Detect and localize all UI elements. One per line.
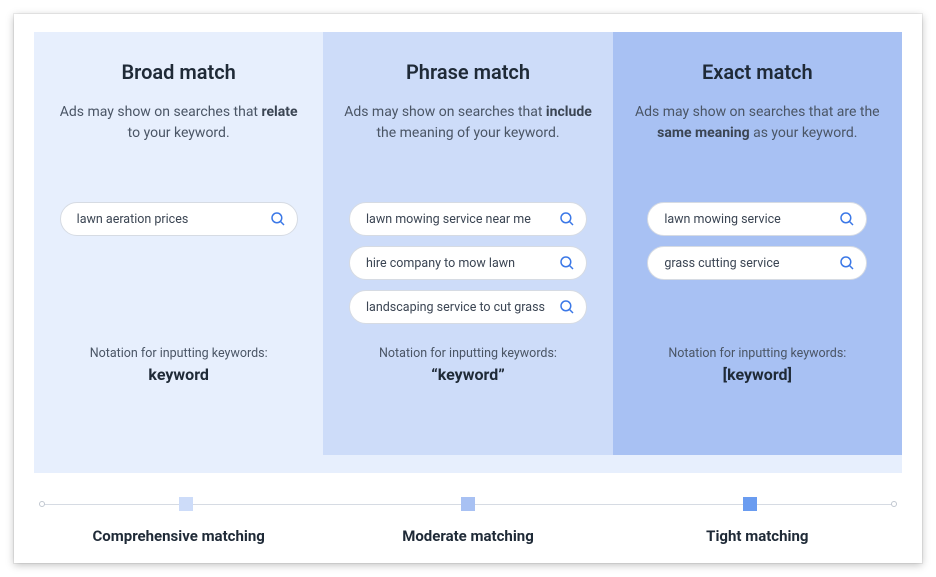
search-text: hire company to mow lawn <box>366 256 515 271</box>
notation-label-phrase: Notation for inputting keywords: <box>379 346 557 361</box>
scale-endpoint-right <box>891 501 897 507</box>
search-icon <box>558 254 576 272</box>
scale-marker-tight <box>743 497 757 511</box>
scale-track <box>34 497 902 511</box>
search-examples-broad: lawn aeration prices <box>52 202 305 332</box>
search-pill: lawn mowing service <box>647 202 867 236</box>
search-pill: grass cutting service <box>647 246 867 280</box>
search-text: lawn mowing service near me <box>366 212 531 227</box>
desc-bold: relate <box>261 104 297 120</box>
panel-title-phrase: Phrase match <box>406 60 530 84</box>
scale-marker-comprehensive <box>179 497 193 511</box>
search-text: grass cutting service <box>664 256 779 271</box>
desc-post: to your keyword. <box>128 125 230 141</box>
panel-phrase-match: Phrase match Ads may show on searches th… <box>323 32 612 455</box>
matching-scale: Comprehensive matching Moderate matching… <box>14 473 922 563</box>
panel-exact-match: Exact match Ads may show on searches tha… <box>613 32 902 455</box>
search-text: lawn aeration prices <box>77 212 189 227</box>
desc-bold: include <box>546 104 592 120</box>
scale-label-comprehensive: Comprehensive matching <box>34 527 323 545</box>
search-pill: hire company to mow lawn <box>349 246 587 280</box>
notation-label-broad: Notation for inputting keywords: <box>90 346 268 361</box>
search-text: landscaping service to cut grass <box>366 300 545 315</box>
scale-label-moderate: Moderate matching <box>323 527 612 545</box>
panel-bottom-band <box>34 455 902 473</box>
search-icon <box>838 210 856 228</box>
scale-labels: Comprehensive matching Moderate matching… <box>34 527 902 545</box>
search-icon <box>558 298 576 316</box>
panels-row: Broad match Ads may show on searches tha… <box>14 14 922 455</box>
desc-pre: Ads may show on searches that <box>344 104 546 120</box>
search-pill: lawn mowing service near me <box>349 202 587 236</box>
desc-bold: same meaning <box>657 125 749 141</box>
search-pill: landscaping service to cut grass <box>349 290 587 324</box>
search-text: lawn mowing service <box>664 212 780 227</box>
notation-value-exact: [keyword] <box>723 365 792 384</box>
desc-pre: Ads may show on searches that <box>60 104 262 120</box>
notation-value-broad: keyword <box>148 365 208 384</box>
search-pill: lawn aeration prices <box>60 202 298 236</box>
match-type-diagram: Broad match Ads may show on searches tha… <box>14 14 922 563</box>
panel-desc-broad: Ads may show on searches that relate to … <box>52 102 305 166</box>
scale-marker-moderate <box>461 497 475 511</box>
panel-title-broad: Broad match <box>121 60 235 84</box>
scale-endpoint-left <box>39 501 45 507</box>
search-icon <box>558 210 576 228</box>
search-examples-phrase: lawn mowing service near me hire company… <box>341 202 594 332</box>
notation-value-phrase: “keyword” <box>431 365 504 384</box>
desc-post: as your keyword. <box>750 125 858 141</box>
search-icon <box>838 254 856 272</box>
search-examples-exact: lawn mowing service grass cutting servic… <box>631 202 884 332</box>
desc-pre: Ads may show on searches that are the <box>635 104 880 120</box>
search-icon <box>269 210 287 228</box>
panel-desc-phrase: Ads may show on searches that include th… <box>341 102 594 166</box>
panel-desc-exact: Ads may show on searches that are the sa… <box>631 102 884 166</box>
scale-label-tight: Tight matching <box>613 527 902 545</box>
notation-label-exact: Notation for inputting keywords: <box>668 346 846 361</box>
desc-post: the meaning of your keyword. <box>376 125 559 141</box>
panel-title-exact: Exact match <box>702 60 813 84</box>
panel-broad-match: Broad match Ads may show on searches tha… <box>34 32 323 455</box>
